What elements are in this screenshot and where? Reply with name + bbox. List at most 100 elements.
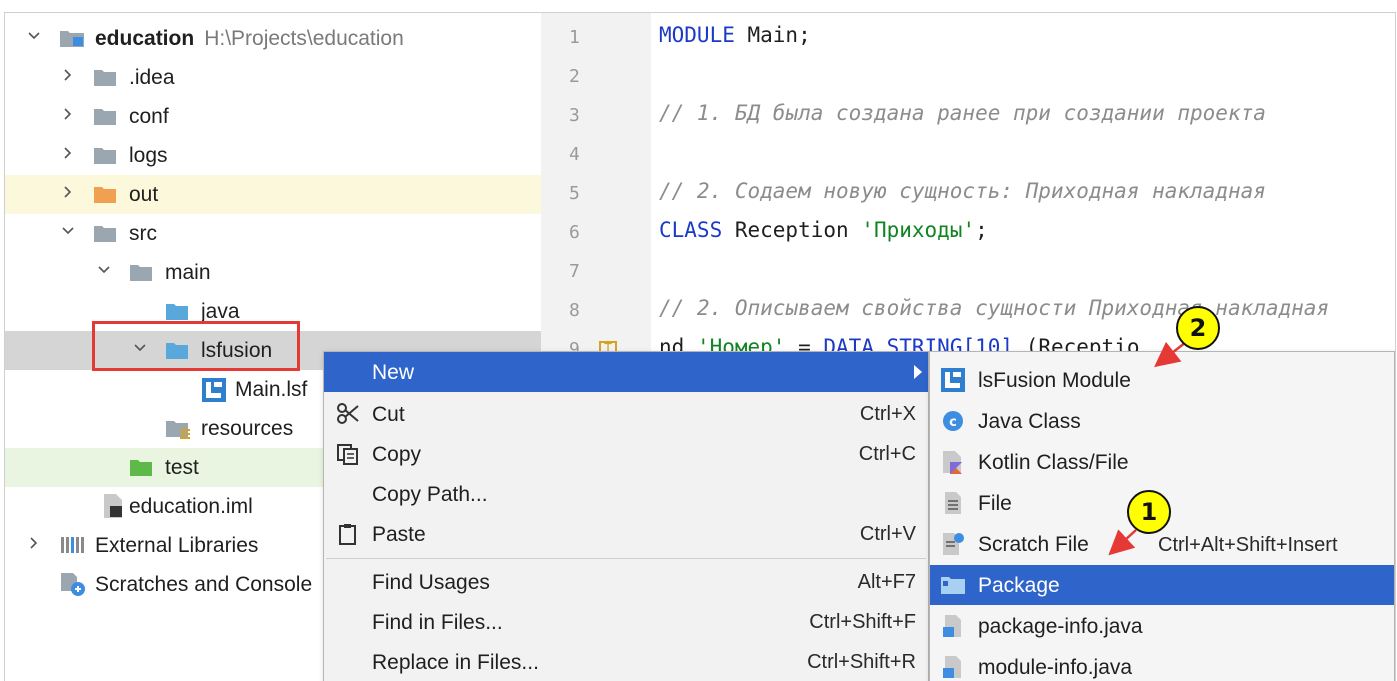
chevron-right-icon[interactable] — [61, 146, 75, 160]
code-line-1: MODULE Main; — [659, 23, 811, 47]
code-text: Main; — [734, 23, 811, 47]
tree-item-label: Main.lsf — [235, 378, 308, 401]
keyword: MODULE — [659, 23, 735, 47]
submenu-item-package[interactable]: Package — [930, 565, 1394, 605]
menu-item-label: Find Usages — [372, 571, 490, 594]
project-path: H:\Projects\education — [204, 27, 404, 50]
submenu-item-java-class[interactable]: c Java Class — [930, 401, 1394, 441]
line-number: 5 — [569, 183, 580, 204]
menu-item-label: New — [372, 361, 415, 384]
line-number: 3 — [569, 105, 580, 126]
menu-shortcut: Ctrl+V — [859, 523, 916, 545]
scratch-file-icon — [940, 532, 966, 556]
java-file-icon — [940, 655, 966, 679]
submenu-item-label: File — [978, 492, 1012, 515]
tree-item-label: conf — [129, 105, 169, 128]
line-number: 2 — [569, 66, 580, 87]
menu-shortcut: Alt+F7 — [857, 571, 916, 593]
submenu-item-label: Java Class — [978, 410, 1081, 433]
submenu-item-label: Package — [978, 574, 1060, 597]
line-number: 8 — [569, 300, 580, 321]
package-icon — [940, 573, 966, 597]
submenu-item-label: package-info.java — [978, 615, 1143, 638]
chevron-down-icon[interactable] — [97, 263, 111, 277]
menu-item-label: Paste — [372, 523, 426, 546]
tree-item-logs[interactable]: logs — [5, 136, 541, 175]
menu-shortcut: Ctrl+X — [859, 403, 916, 425]
tree-item-label: out — [129, 183, 159, 206]
folder-icon — [93, 106, 117, 126]
folder-icon — [93, 67, 117, 87]
code-text: Reception — [722, 218, 862, 242]
chevron-down-icon[interactable] — [27, 29, 41, 43]
menu-shortcut: Ctrl+Shift+R — [807, 651, 916, 673]
tree-item-label: main — [165, 261, 211, 284]
scratches-icon — [59, 571, 85, 596]
line-number: 7 — [569, 261, 580, 282]
menu-item-find-in-files[interactable]: Find in Files... Ctrl+Shift+F — [324, 602, 928, 642]
submenu-item-package-info[interactable]: package-info.java — [930, 606, 1394, 646]
lsfusion-logo-icon — [940, 368, 966, 392]
tree-item-education[interactable]: education H:\Projects\education — [5, 19, 541, 58]
iml-file-icon — [101, 493, 125, 518]
menu-shortcut: Ctrl+Shift+F — [809, 611, 916, 633]
line-number: 1 — [569, 27, 580, 48]
line-number: 6 — [569, 222, 580, 243]
menu-shortcut: Ctrl+C — [858, 443, 916, 465]
highlight-box — [92, 321, 300, 371]
submenu-item-label: Kotlin Class/File — [978, 451, 1129, 474]
submenu-item-scratch-file[interactable]: Scratch File Ctrl+Alt+Shift+Insert — [930, 524, 1394, 564]
tree-item-label: education.iml — [129, 495, 253, 518]
menu-separator — [326, 558, 926, 559]
folder-icon — [93, 145, 117, 165]
tree-item-label: External Libraries — [95, 534, 259, 557]
keyword: CLASS — [659, 218, 723, 242]
chevron-right-icon[interactable] — [61, 68, 75, 82]
module-folder-icon — [59, 28, 84, 48]
tree-item-src[interactable]: src — [5, 214, 541, 253]
tree-item-label: src — [129, 222, 157, 245]
menu-item-copy[interactable]: Copy Ctrl+C — [324, 434, 928, 474]
string-literal: 'Приходы' — [861, 218, 976, 242]
submenu-item-module-info[interactable]: module-info.java — [930, 647, 1394, 681]
tree-item-label: Scratches and Console — [95, 573, 313, 596]
menu-item-label: Copy Path... — [372, 483, 488, 506]
java-class-icon: c — [940, 409, 966, 433]
code-line-6: CLASS Reception 'Приходы'; — [659, 218, 988, 242]
code-line-5: // 2. Содаем новую сущность: Приходная н… — [659, 179, 1266, 203]
chevron-right-icon[interactable] — [61, 185, 75, 199]
resources-folder-icon — [165, 418, 190, 439]
menu-item-label: Find in Files... — [372, 611, 503, 634]
kotlin-file-icon — [940, 450, 966, 474]
tree-item-main[interactable]: main — [5, 253, 541, 292]
tree-item-label: logs — [129, 144, 168, 167]
menu-item-copy-path[interactable]: Copy Path... — [324, 474, 928, 514]
submenu-item-lsfusion-module[interactable]: lsFusion Module — [930, 360, 1394, 400]
submenu-item-label: Scratch File — [978, 533, 1089, 556]
chevron-right-icon[interactable] — [61, 107, 75, 121]
menu-item-new[interactable]: New — [324, 352, 928, 392]
chevron-right-icon[interactable] — [27, 536, 41, 550]
excluded-folder-icon — [93, 184, 117, 204]
tree-item-out[interactable]: out — [5, 175, 541, 214]
tree-item-idea[interactable]: .idea — [5, 58, 541, 97]
menu-item-find-usages[interactable]: Find Usages Alt+F7 — [324, 562, 928, 602]
menu-item-paste[interactable]: Paste Ctrl+V — [324, 514, 928, 554]
tree-item-conf[interactable]: conf — [5, 97, 541, 136]
source-folder-icon — [165, 301, 189, 321]
project-name: education — [95, 27, 195, 50]
folder-icon — [129, 262, 153, 282]
menu-item-cut[interactable]: Cut Ctrl+X — [324, 394, 928, 434]
submenu-item-kotlin[interactable]: Kotlin Class/File — [930, 442, 1394, 482]
menu-item-replace-in-files[interactable]: Replace in Files... Ctrl+Shift+R — [324, 642, 928, 681]
context-menu: New Cut Ctrl+X Copy Ctrl+C Copy Path... … — [323, 351, 929, 681]
clipboard-icon — [336, 523, 360, 545]
tree-item-label: test — [165, 456, 199, 479]
submenu-item-label: module-info.java — [978, 656, 1133, 679]
callout-badge-1: 1 — [1127, 490, 1171, 534]
code-text: ; — [975, 218, 988, 242]
chevron-down-icon[interactable] — [61, 224, 75, 238]
folder-icon — [93, 223, 117, 243]
code-line-8: // 2. Описываем свойства сущности Приход… — [659, 296, 1330, 320]
file-icon — [940, 491, 966, 515]
